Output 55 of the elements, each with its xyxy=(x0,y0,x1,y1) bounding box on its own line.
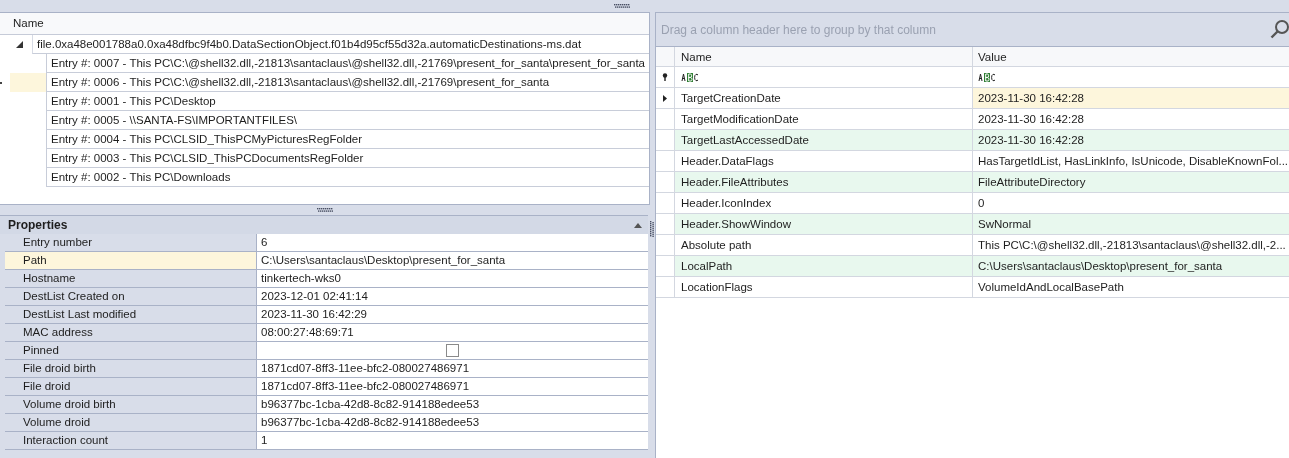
grid-cell: C:\Users\santaclaus\Desktop\present_for_santa xyxy=(973,256,1289,276)
property-value: b96377bc-1cba-42d8-8c82-914188edee53 xyxy=(257,396,648,413)
property-value: 1871cd07-8ff3-11ee-bfc2-080027486971 xyxy=(257,360,648,377)
property-value: b96377bc-1cba-42d8-8c82-914188edee53 xyxy=(257,414,648,431)
property-value: 1871cd07-8ff3-11ee-bfc2-080027486971 xyxy=(257,378,648,395)
grid-cell: TargetLastAccessedDate xyxy=(675,130,973,150)
text-filter-icon[interactable] xyxy=(978,72,996,82)
current-row-icon xyxy=(663,94,667,102)
grid-cell-text: 0 xyxy=(977,196,986,211)
property-value: 1 xyxy=(257,432,648,449)
property-value: C:\Users\santaclaus\Desktop\present_for_santa xyxy=(257,252,648,269)
tree-node[interactable]: Entry #: 0003 - This PC\CLSID_ThisPCDocumentsRegFolder xyxy=(46,149,649,168)
grid-cell: Header.FileAttributes xyxy=(675,172,973,192)
property-value: 6 xyxy=(257,234,648,251)
grid-cell: Header.DataFlags xyxy=(675,151,973,171)
grid-cell: LocalPath xyxy=(675,256,973,276)
group-panel-hint: Drag a column header here to group by that column xyxy=(661,22,936,37)
property-name: Path xyxy=(5,252,257,269)
tree-node[interactable]: Entry #: 0002 - This PC\Downloads xyxy=(46,168,649,187)
search-icon[interactable] xyxy=(1270,18,1289,39)
splitter-grip[interactable] xyxy=(614,4,630,8)
splitter-grip[interactable] xyxy=(317,208,333,212)
grid-cell: FileAttributeDirectory xyxy=(973,172,1289,192)
tree-node[interactable]: Entry #: 0005 - \\SANTA-FS\IMPORTANTFILES\ xyxy=(46,111,649,130)
column-header[interactable]: Value xyxy=(973,47,1289,66)
grid-cell: Header.IconIndex xyxy=(675,193,973,213)
tree-node[interactable]: Entry #: 0007 - This PC\C:\@shell32.dll,-21813\santaclaus\@shell32.dll,-21769\present_for_santa\present_for_santa xyxy=(46,54,649,73)
checkbox[interactable] xyxy=(446,344,459,357)
tree-node[interactable]: Entry #: 0004 - This PC\CLSID_ThisPCMyPicturesRegFolder xyxy=(46,130,649,149)
grid-cell: TargetModificationDate xyxy=(675,109,973,129)
tree-node[interactable]: Entry #: 0006 - This PC\C:\@shell32.dll,-21813\santaclaus\@shell32.dll,-21769\present_for_santa xyxy=(46,73,649,92)
grid-cell: Absolute path xyxy=(675,235,973,255)
property-value: 08:00:27:48:69:71 xyxy=(257,324,648,341)
column-header[interactable]: Name xyxy=(10,13,47,34)
grid-cell-text: 2023-11-30 16:42:28 xyxy=(977,112,1085,127)
tree-node[interactable]: file.0xa48e001788a0.0xa48dfbc9f4b0.DataSectionObject.f01b4d95cf55d32a.automaticDestinations-ms.dat xyxy=(32,35,649,54)
collapse-icon[interactable] xyxy=(634,222,642,228)
splitter-grip[interactable] xyxy=(650,221,654,237)
grid-cell: Header.ShowWindow xyxy=(675,214,973,234)
grid-cell: SwNormal xyxy=(973,214,1289,234)
focus-indicator-icon xyxy=(0,81,2,84)
filter-row-icon xyxy=(662,73,668,81)
property-value: 2023-11-30 16:42:29 xyxy=(257,306,648,323)
grid-cell: 2023-11-30 16:42:28 xyxy=(973,130,1289,150)
grid-cell: LocationFlags xyxy=(675,277,973,297)
tree-node[interactable]: Entry #: 0001 - This PC\Desktop xyxy=(46,92,649,111)
grid-cell-text: HasTargetIdList, HasLinkInfo, IsUnicode, DisableKnownFol... xyxy=(977,154,1289,169)
property-value: tinkertech-wks0 xyxy=(257,270,648,287)
property-value: 2023-12-01 02:41:14 xyxy=(257,288,648,305)
grid-cell: 2023-11-30 16:42:28 xyxy=(973,88,1289,108)
grid-cell-text: VolumeIdAndLocalBasePath xyxy=(977,280,1125,295)
grid-cell-text: This PC\C:\@shell32.dll,-21813\santaclaus\@shell32.dll,-2... xyxy=(977,238,1287,253)
column-header[interactable]: Name xyxy=(675,47,973,66)
text-filter-icon[interactable] xyxy=(681,72,699,82)
panel-title: Properties xyxy=(8,218,68,232)
